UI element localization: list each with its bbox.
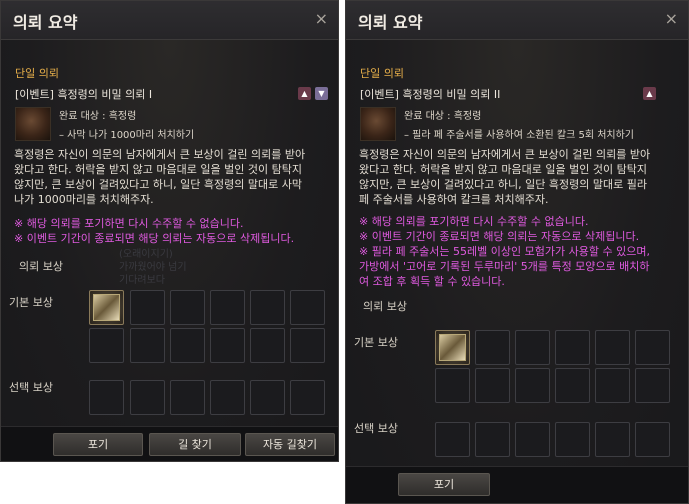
quest-summary-window-2: 의뢰 요약 × 단일 의뢰 [이벤트] 흑정령의 비밀 의뢰 II ▲ 완료 대… bbox=[345, 0, 689, 504]
quest-warnings: ※ 해당 의뢰를 포기하면 다시 수주할 수 없습니다. ※ 이벤트 기간이 종… bbox=[359, 215, 650, 288]
window-header: 의뢰 요약 × bbox=[1, 1, 338, 40]
optional-slot[interactable] bbox=[210, 380, 245, 415]
reward-slot[interactable] bbox=[435, 368, 470, 403]
quest-summary-window-1: 의뢰 요약 × 단일 의뢰 [이벤트] 흑정령의 비밀 의뢰 I ▲ ▼ 완료 … bbox=[0, 0, 339, 462]
optional-slot[interactable] bbox=[435, 422, 470, 457]
reward-slot[interactable] bbox=[635, 330, 670, 365]
reward-slot[interactable] bbox=[515, 330, 550, 365]
reward-slot-item[interactable] bbox=[435, 330, 470, 365]
npc-portrait bbox=[15, 107, 51, 141]
reward-slot[interactable] bbox=[210, 290, 245, 325]
window-title: 의뢰 요약 bbox=[358, 13, 423, 32]
npc-portrait bbox=[360, 107, 396, 141]
completion-target: 완료 대상 : 흑정령 bbox=[404, 111, 482, 122]
reward-slot[interactable] bbox=[250, 290, 285, 325]
optional-slot[interactable] bbox=[130, 380, 165, 415]
reward-slot[interactable] bbox=[130, 328, 165, 363]
close-icon[interactable]: × bbox=[665, 9, 678, 28]
optional-slot[interactable] bbox=[170, 380, 205, 415]
button-bar: 포기 bbox=[346, 466, 688, 503]
quest-description: 흑정령은 자신이 의문의 남자에게서 큰 보상이 걸린 의뢰를 받아 왔다고 한… bbox=[359, 148, 651, 206]
optional-reward-label: 선택 보상 bbox=[354, 422, 398, 435]
reward-slot[interactable] bbox=[595, 368, 630, 403]
quest-task: – 사막 나가 1000마리 처치하기 bbox=[59, 130, 195, 141]
reward-slot[interactable] bbox=[475, 330, 510, 365]
reward-slot[interactable] bbox=[635, 368, 670, 403]
quest-name: [이벤트] 흑정령의 비밀 의뢰 I bbox=[15, 88, 153, 101]
window-body: 단일 의뢰 [이벤트] 흑정령의 비밀 의뢰 II ▲ 완료 대상 : 흑정령 … bbox=[346, 40, 688, 503]
reward-slot[interactable] bbox=[290, 328, 325, 363]
arrow-up-icon[interactable]: ▲ bbox=[643, 87, 656, 100]
reward-title: 의뢰 보상 bbox=[363, 300, 407, 313]
give-up-button[interactable]: 포기 bbox=[398, 473, 490, 496]
reward-item-icon bbox=[439, 334, 466, 361]
reward-slot[interactable] bbox=[170, 328, 205, 363]
optional-slot[interactable] bbox=[595, 422, 630, 457]
basic-reward-label: 기본 보상 bbox=[354, 336, 398, 349]
optional-slot[interactable] bbox=[555, 422, 590, 457]
completion-target: 완료 대상 : 흑정령 bbox=[59, 111, 137, 122]
reward-slot[interactable] bbox=[515, 368, 550, 403]
button-bar: 포기 길 찾기 자동 길찾기 bbox=[1, 426, 338, 461]
reward-slot[interactable] bbox=[555, 368, 590, 403]
auto-path-button[interactable]: 자동 길찾기 bbox=[245, 433, 335, 456]
window-body: 단일 의뢰 [이벤트] 흑정령의 비밀 의뢰 I ▲ ▼ 완료 대상 : 흑정령… bbox=[1, 40, 338, 461]
section-single-quest: 단일 의뢰 bbox=[360, 67, 404, 80]
arrow-down-icon[interactable]: ▼ bbox=[315, 87, 328, 100]
optional-slot[interactable] bbox=[290, 380, 325, 415]
reward-slot[interactable] bbox=[170, 290, 205, 325]
find-path-button[interactable]: 길 찾기 bbox=[149, 433, 241, 456]
arrow-up-icon[interactable]: ▲ bbox=[298, 87, 311, 100]
reward-slot[interactable] bbox=[595, 330, 630, 365]
quest-task: – 필라 페 주술서를 사용하여 소환된 칼크 5회 처치하기 bbox=[404, 130, 634, 141]
reward-title: 의뢰 보상 bbox=[19, 260, 63, 273]
reward-slot-item[interactable] bbox=[89, 290, 124, 325]
reward-item-icon bbox=[93, 294, 120, 321]
optional-slot[interactable] bbox=[515, 422, 550, 457]
give-up-button[interactable]: 포기 bbox=[53, 433, 143, 456]
optional-slot[interactable] bbox=[89, 380, 124, 415]
reward-slot[interactable] bbox=[555, 330, 590, 365]
quest-description: 흑정령은 자신이 의문의 남자에게서 큰 보상이 걸린 의뢰를 받아 왔다고 한… bbox=[14, 148, 306, 206]
reward-slot[interactable] bbox=[290, 290, 325, 325]
background-watermark: (오래이지기) 가까웠어야 넘기 기다려보다 bbox=[119, 249, 187, 286]
reward-slot[interactable] bbox=[250, 328, 285, 363]
window-header: 의뢰 요약 × bbox=[346, 1, 688, 40]
window-title: 의뢰 요약 bbox=[13, 13, 78, 32]
quest-warnings: ※ 해당 의뢰를 포기하면 다시 수주할 수 없습니다. ※ 이벤트 기간이 종… bbox=[14, 217, 295, 245]
optional-reward-label: 선택 보상 bbox=[9, 381, 53, 394]
reward-slot[interactable] bbox=[89, 328, 124, 363]
reward-slot[interactable] bbox=[210, 328, 245, 363]
reward-slot[interactable] bbox=[130, 290, 165, 325]
optional-slot[interactable] bbox=[250, 380, 285, 415]
quest-name: [이벤트] 흑정령의 비밀 의뢰 II bbox=[360, 88, 501, 101]
optional-slot[interactable] bbox=[635, 422, 670, 457]
reward-slot[interactable] bbox=[475, 368, 510, 403]
section-single-quest: 단일 의뢰 bbox=[15, 67, 59, 80]
close-icon[interactable]: × bbox=[315, 9, 328, 28]
basic-reward-label: 기본 보상 bbox=[9, 296, 53, 309]
optional-slot[interactable] bbox=[475, 422, 510, 457]
